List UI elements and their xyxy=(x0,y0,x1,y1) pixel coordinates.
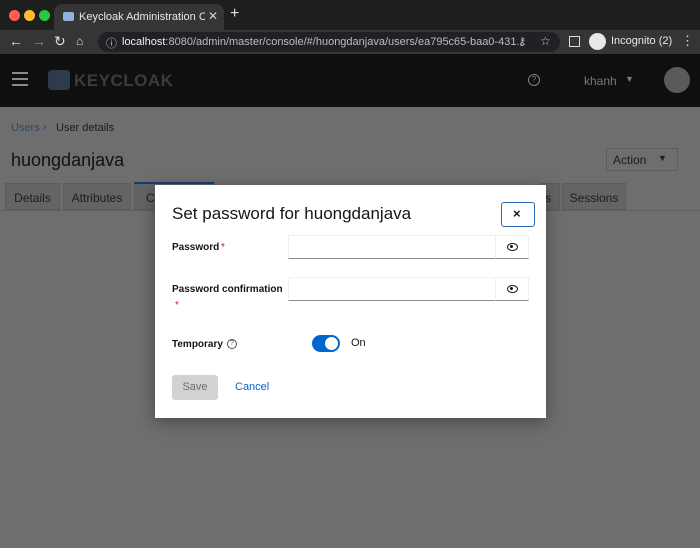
side-panel-icon[interactable] xyxy=(569,36,580,47)
new-tab-icon[interactable]: + xyxy=(230,5,239,23)
window-minimize-control[interactable] xyxy=(24,10,35,21)
browser-toolbar: ← → ↻ ⌂ ⓘ localhost:8080/admin/master/co… xyxy=(0,30,700,54)
temporary-state-label: On xyxy=(351,337,366,349)
user-avatar[interactable] xyxy=(664,67,690,93)
temporary-toggle[interactable] xyxy=(312,335,340,352)
keycloak-favicon-icon xyxy=(63,12,74,21)
eye-icon xyxy=(507,243,518,251)
password-label: Password xyxy=(172,242,220,253)
help-icon[interactable]: ? xyxy=(227,339,237,349)
forward-arrow-icon[interactable]: → xyxy=(32,33,46,49)
help-icon[interactable]: ? xyxy=(528,74,540,86)
address-bar[interactable]: ⓘ localhost:8080/admin/master/console/#/… xyxy=(98,32,560,52)
show-confirmation-button[interactable] xyxy=(495,277,529,301)
caret-down-icon: ▼ xyxy=(658,153,667,163)
user-menu-name[interactable]: khanh xyxy=(584,74,617,88)
incognito-label[interactable]: Incognito (2) xyxy=(611,35,672,47)
caret-down-icon[interactable]: ▼ xyxy=(625,74,634,84)
required-marker: * xyxy=(175,300,179,311)
set-password-modal: Set password for huongdanjava × Password… xyxy=(155,185,546,418)
cancel-button[interactable]: Cancel xyxy=(235,381,269,393)
tab-details[interactable]: Details xyxy=(5,183,60,210)
action-dropdown-label: Action xyxy=(613,153,647,167)
browser-tab-title: Keycloak Administration Console xyxy=(79,11,205,23)
tab-sessions[interactable]: Sessions xyxy=(562,183,626,210)
more-menu-icon[interactable]: ⋮ xyxy=(681,33,694,49)
modal-title: Set password for huongdanjava xyxy=(172,204,412,223)
action-dropdown[interactable]: Action ▼ xyxy=(606,148,678,171)
window-zoom-control[interactable] xyxy=(39,10,50,21)
browser-tab[interactable]: Keycloak Administration Console ✕ xyxy=(54,4,224,30)
home-icon[interactable]: ⌂ xyxy=(76,34,83,48)
save-button[interactable]: Save xyxy=(172,375,218,400)
toggle-knob xyxy=(325,337,338,350)
close-icon: × xyxy=(513,206,521,221)
window-close-control[interactable] xyxy=(9,10,20,21)
eye-icon xyxy=(507,285,518,293)
breadcrumb-current: User details xyxy=(56,122,115,134)
active-tab-indicator xyxy=(134,182,214,184)
required-marker: * xyxy=(221,242,225,253)
back-arrow-icon[interactable]: ← xyxy=(9,33,23,49)
hamburger-menu-icon[interactable] xyxy=(12,72,28,86)
close-button[interactable]: × xyxy=(501,202,535,227)
incognito-icon[interactable] xyxy=(589,33,606,50)
breadcrumb-users-link[interactable]: Users xyxy=(11,122,40,134)
site-info-icon[interactable]: ⓘ xyxy=(106,35,117,51)
app-masthead: KEYCLOAK ? khanh ▼ xyxy=(0,54,700,107)
browser-tab-bar: Keycloak Administration Console ✕ + xyxy=(0,0,700,30)
reload-icon[interactable]: ↻ xyxy=(54,33,66,50)
show-password-button[interactable] xyxy=(495,235,529,259)
breadcrumb-separator-icon: › xyxy=(43,122,47,133)
tab-close-icon[interactable]: ✕ xyxy=(208,9,218,23)
password-input[interactable] xyxy=(288,235,529,259)
password-confirmation-label: Password confirmation xyxy=(172,284,283,295)
url-path: :8080/admin/master/console/#/huongdanjav… xyxy=(165,36,526,48)
tab-attributes[interactable]: Attributes xyxy=(63,183,131,210)
keycloak-logo-text: KEYCLOAK xyxy=(74,71,174,90)
page-title: huongdanjava xyxy=(11,150,125,170)
url-host: localhost xyxy=(122,36,166,48)
url-text: localhost:8080/admin/master/console/#/hu… xyxy=(122,36,526,48)
key-icon[interactable]: ⚷ xyxy=(518,35,526,48)
temporary-label: Temporary xyxy=(172,339,223,350)
star-icon[interactable]: ☆ xyxy=(540,34,551,48)
keycloak-logo-icon xyxy=(48,70,70,90)
password-confirmation-input[interactable] xyxy=(288,277,529,301)
